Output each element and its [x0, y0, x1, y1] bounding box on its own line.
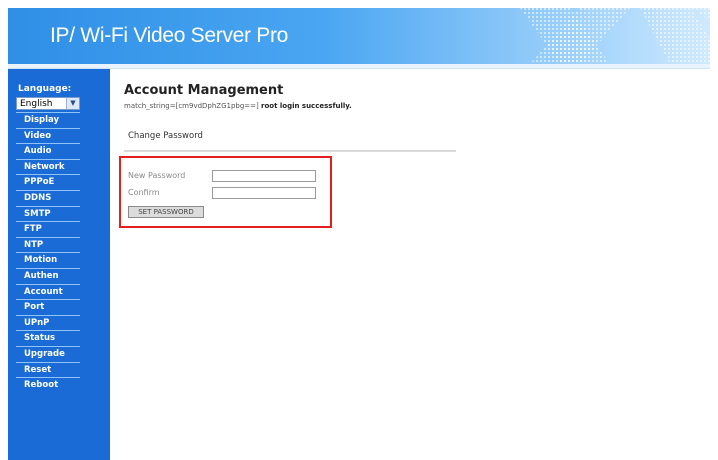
sidebar: Language: English ▼ Display Video Audio … — [8, 69, 110, 460]
new-password-label: New Password — [128, 171, 186, 180]
new-password-input[interactable] — [212, 170, 316, 182]
sidebar-item-smtp[interactable]: SMTP — [16, 206, 80, 223]
sidebar-item-display[interactable]: Display — [16, 112, 80, 129]
section-title: Change Password — [128, 131, 203, 141]
header-divider — [8, 64, 710, 69]
chevron-down-icon[interactable]: ▼ — [66, 98, 79, 109]
sidebar-item-upgrade[interactable]: Upgrade — [16, 346, 80, 363]
sidebar-item-video[interactable]: Video — [16, 128, 80, 145]
sidebar-nav: Display Video Audio Network PPPoE DDNS S… — [16, 112, 80, 393]
page-title: Account Management — [124, 83, 284, 98]
app-header: IP/ Wi-Fi Video Server Pro — [8, 8, 710, 64]
sidebar-item-reboot[interactable]: Reboot — [16, 378, 80, 393]
login-status-message: match_string=[cm9vdDphZG1pbg==] root log… — [124, 102, 352, 110]
set-password-button[interactable]: SET PASSWORD — [128, 206, 204, 218]
confirm-password-input[interactable] — [212, 187, 316, 199]
login-success-text: root login successfully. — [261, 102, 352, 110]
sidebar-item-pppoe[interactable]: PPPoE — [16, 175, 80, 191]
sidebar-item-audio[interactable]: Audio — [16, 144, 80, 160]
login-match-string: match_string=[cm9vdDphZG1pbg==] — [124, 102, 259, 110]
sidebar-item-status[interactable]: Status — [16, 331, 80, 347]
sidebar-item-authen[interactable]: Authen — [16, 268, 80, 285]
language-label: Language: — [18, 84, 72, 94]
sidebar-item-ntp[interactable]: NTP — [16, 237, 80, 254]
language-value: English — [20, 99, 53, 109]
sidebar-item-motion[interactable]: Motion — [16, 253, 80, 269]
header-decoration — [520, 8, 710, 64]
sidebar-item-port[interactable]: Port — [16, 300, 80, 316]
sidebar-item-ftp[interactable]: FTP — [16, 222, 80, 238]
sidebar-item-network[interactable]: Network — [16, 159, 80, 176]
sidebar-item-account[interactable]: Account — [16, 284, 80, 301]
confirm-label: Confirm — [128, 188, 160, 197]
sidebar-item-reset[interactable]: Reset — [16, 362, 80, 379]
sidebar-item-ddns[interactable]: DDNS — [16, 190, 80, 207]
sidebar-item-upnp[interactable]: UPnP — [16, 315, 80, 332]
language-select[interactable]: English ▼ — [16, 97, 80, 110]
section-divider — [124, 150, 456, 152]
app-title: IP/ Wi-Fi Video Server Pro — [50, 24, 289, 47]
